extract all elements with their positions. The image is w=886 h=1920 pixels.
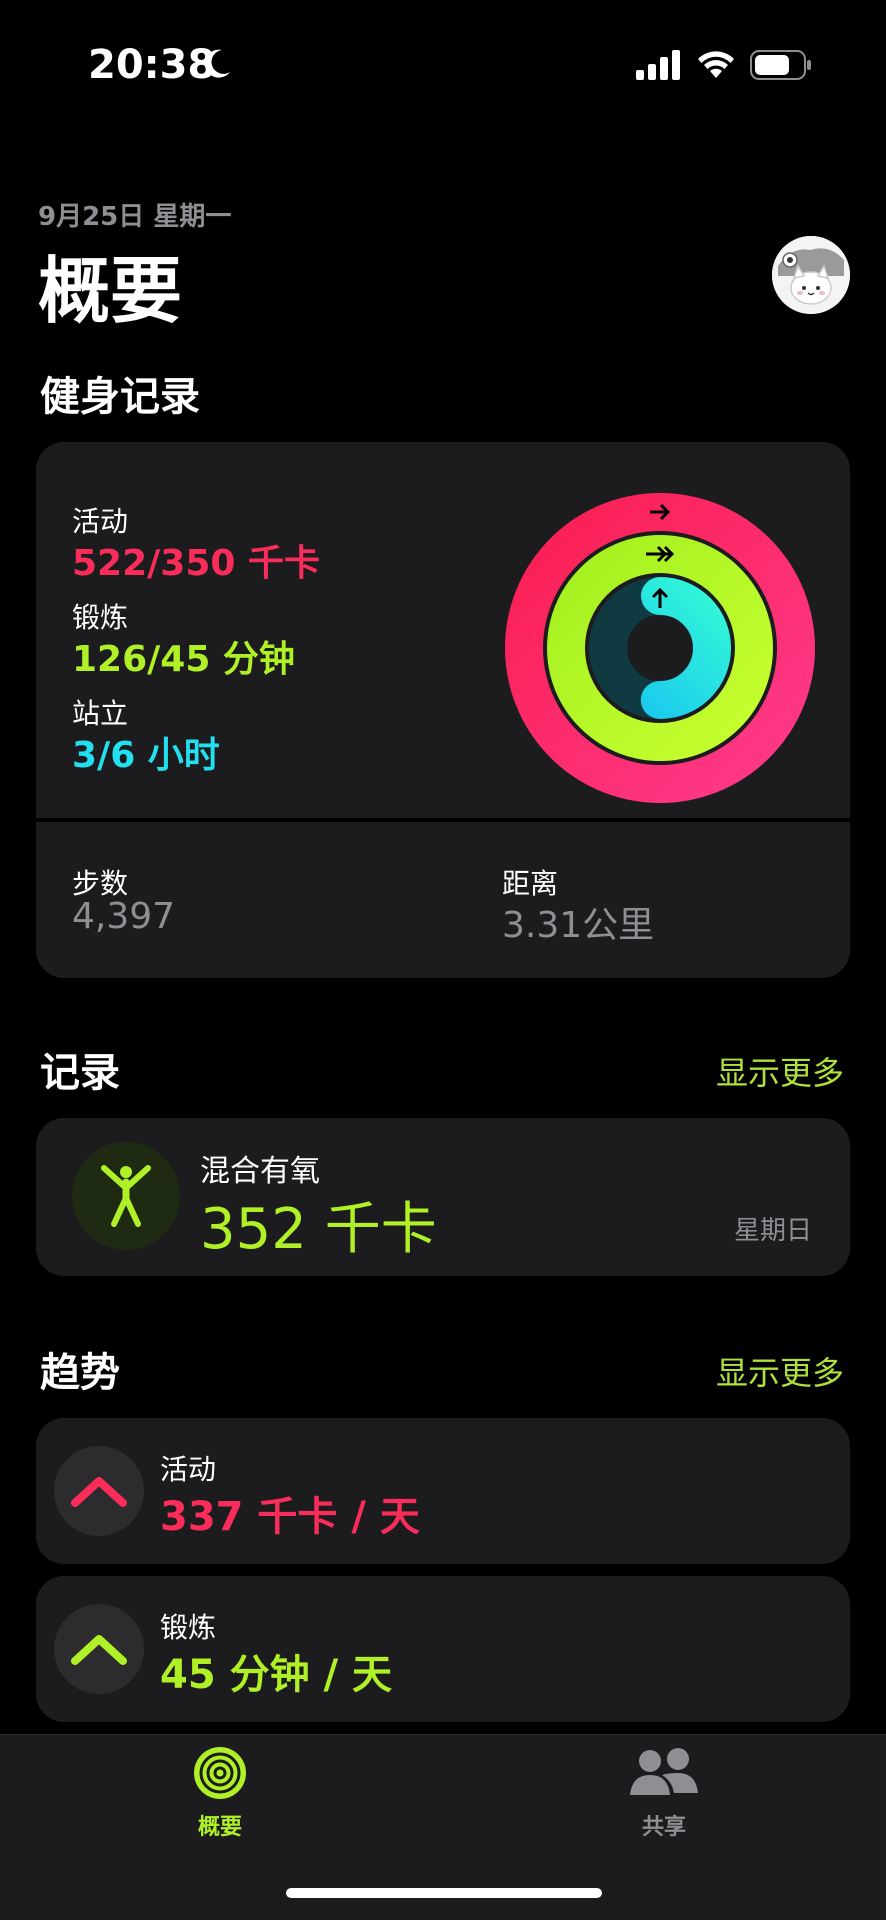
date-label: 9月25日 星期一: [38, 202, 232, 232]
tab-sharing-label: 共享: [641, 1815, 686, 1840]
exercise-value: 126/45 分钟: [72, 639, 295, 680]
battery-icon: [750, 50, 811, 80]
workout-calories: 352 千卡: [200, 1197, 437, 1262]
section-title-records: 记录: [40, 1050, 120, 1096]
trend-label: 锻炼: [160, 1611, 217, 1644]
page-title: 概要: [38, 249, 183, 333]
steps-value: 4,397: [72, 896, 176, 937]
tab-sharing[interactable]: 共享: [564, 1745, 764, 1841]
trend-value: 337 千卡 / 天: [160, 1494, 420, 1540]
tab-summary-label: 概要: [197, 1815, 242, 1840]
mixed-cardio-figure-icon: [101, 1165, 151, 1227]
trend-card-move[interactable]: 活动 337 千卡 / 天: [36, 1418, 850, 1564]
workout-day: 星期日: [733, 1216, 812, 1246]
stand-value: 3/6 小时: [72, 735, 220, 776]
move-value: 522/350 千卡: [72, 543, 320, 584]
cellular-signal-icon: [636, 50, 680, 80]
activity-rings: [505, 493, 815, 803]
status-bar: 20:38: [0, 0, 886, 130]
trend-up-chevron-icon-circle: [54, 1604, 144, 1694]
trends-show-more-link[interactable]: 显示更多: [716, 1348, 844, 1394]
wifi-icon: [698, 51, 734, 78]
chevron-up-icon: [71, 1477, 127, 1507]
avatar[interactable]: [772, 236, 850, 314]
section-title-trends: 趋势: [40, 1350, 120, 1396]
workout-record-card[interactable]: 混合有氧 352 千卡 星期日: [36, 1118, 850, 1276]
cat-avatar-icon: [772, 236, 850, 314]
trend-value: 45 分钟 / 天: [160, 1652, 393, 1698]
records-show-more-link[interactable]: 显示更多: [716, 1048, 844, 1094]
status-time: 20:38: [88, 42, 216, 88]
card-divider: [36, 818, 850, 822]
distance-value: 3.31公里: [502, 905, 655, 946]
activity-rings-card[interactable]: 活动 522/350 千卡 锻炼 126/45 分钟 站立 3/6 小时 步数 …: [36, 442, 850, 978]
activity-rings-tab-icon: [194, 1747, 246, 1799]
do-not-disturb-moon-icon: [204, 49, 230, 78]
home-indicator[interactable]: [286, 1888, 602, 1898]
trend-label: 活动: [160, 1453, 217, 1486]
people-icon: [630, 1748, 698, 1795]
section-title-fitness: 健身记录: [40, 374, 200, 420]
mixed-cardio-icon-circle: [72, 1142, 180, 1250]
trend-up-chevron-icon-circle: [54, 1446, 144, 1536]
chevron-up-icon: [71, 1635, 127, 1665]
tab-summary[interactable]: 概要: [120, 1745, 320, 1841]
trend-card-exercise[interactable]: 锻炼 45 分钟 / 天: [36, 1576, 850, 1722]
